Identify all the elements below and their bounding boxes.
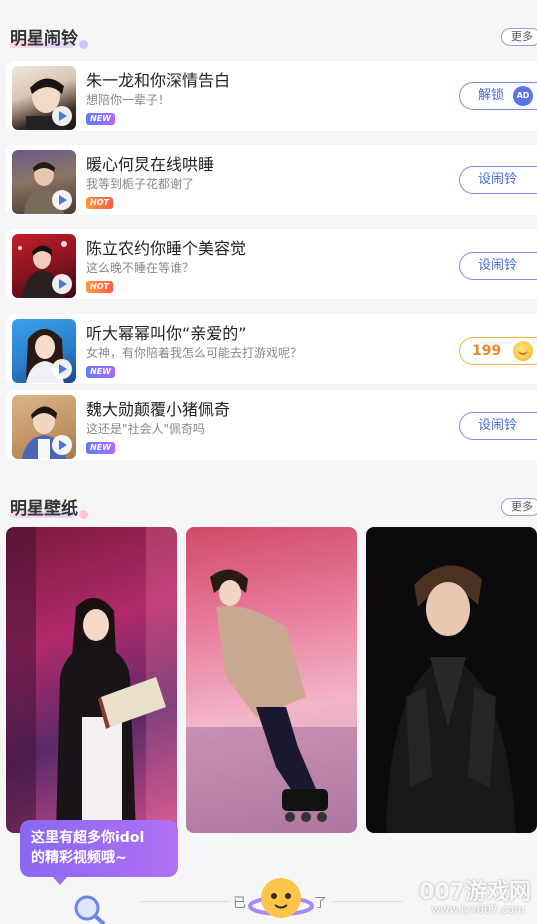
tooltip-line-1: 这里有超多你idol [31, 830, 145, 846]
new-badge: NEW [86, 442, 115, 454]
new-badge: NEW [86, 113, 115, 125]
ringtone-thumbnail [12, 150, 76, 214]
wallpaper-thumbnail[interactable] [366, 527, 537, 833]
ringtone-item[interactable]: 暖心何炅在线哄睡 我等到栀子花都谢了 HOT 设闹铃 [6, 145, 537, 215]
alarm-section-header: 明星闹铃 更多 [0, 22, 537, 49]
ringtone-title: 听大幂幂叫你“亲爱的” [86, 324, 247, 343]
wallpaper-image [186, 569, 357, 833]
wallpaper-section-header: 明星壁纸 更多 [0, 492, 537, 519]
idol-video-tooltip[interactable]: 这里有超多你idol 的精彩视频哦~ [20, 820, 178, 885]
play-icon[interactable] [52, 435, 72, 455]
wallpaper-image [6, 527, 177, 833]
alarm-section-title-text: 明星闹铃 [10, 29, 78, 49]
wallpaper-section-title: 明星壁纸 [10, 494, 88, 519]
alarm-section-title: 明星闹铃 [10, 24, 88, 49]
bottom-left-text: 已 [233, 896, 247, 911]
ringtone-item[interactable]: 听大幂幂叫你“亲爱的” 女神，有你陪着我怎么可能去打游戏呢？ NEW 199 [6, 314, 537, 384]
ringtone-title: 暖心何炅在线哄睡 [86, 155, 215, 174]
new-badge: NEW [86, 366, 115, 378]
bottom-divider-right [332, 901, 402, 902]
title-dot [79, 510, 88, 519]
wallpaper-section-title-text: 明星壁纸 [10, 499, 78, 519]
wallpaper-image [386, 565, 516, 833]
wallpaper-thumbnail[interactable] [186, 527, 357, 833]
set-alarm-button[interactable]: 设闹铃 [459, 252, 537, 280]
site-watermark-url: www.lyx007.com [431, 903, 525, 916]
planet-mascot-icon[interactable] [248, 872, 314, 924]
set-alarm-button[interactable]: 设闹铃 [459, 166, 537, 194]
ringtone-thumbnail [12, 319, 76, 383]
ringtone-subtitle: 我等到栀子花都谢了 [86, 177, 195, 191]
ringtone-title: 朱一龙和你深情告白 [86, 71, 231, 90]
ringtone-item[interactable]: 陈立农约你睡个美容觉 这么晚不睡在等谁？ HOT 设闹铃 [6, 229, 537, 299]
ringtone-subtitle: 这么晚不睡在等谁？ [86, 261, 195, 275]
title-dot [79, 40, 88, 49]
ringtone-title: 陈立农约你睡个美容觉 [86, 239, 247, 258]
set-alarm-button[interactable]: 设闹铃 [459, 412, 537, 440]
unlock-label: 解锁 [478, 88, 505, 103]
play-icon[interactable] [52, 359, 72, 379]
hot-badge: HOT [86, 197, 113, 209]
coin-icon [513, 341, 533, 361]
bottom-divider-left [140, 901, 230, 902]
magnifier-icon[interactable] [72, 894, 106, 924]
play-icon[interactable] [52, 190, 72, 210]
ringtone-thumbnail [12, 234, 76, 298]
alarm-more-button[interactable]: 更多 [501, 28, 537, 46]
ringtone-item[interactable]: 魏大勋颠覆小猪佩奇 这还是"社会人"佩奇吗 NEW 设闹铃 [6, 390, 537, 460]
play-icon[interactable] [52, 106, 72, 126]
ringtone-subtitle: 女神，有你陪着我怎么可能去打游戏呢？ [86, 346, 303, 360]
ringtone-item[interactable]: 朱一龙和你深情告白 想陪你一辈子！ NEW 解锁 AD [6, 61, 537, 131]
ringtone-subtitle: 这还是"社会人"佩奇吗 [86, 422, 206, 436]
coin-price-button[interactable]: 199 [459, 337, 537, 365]
wallpaper-thumbnail[interactable] [6, 527, 177, 833]
play-icon[interactable] [52, 274, 72, 294]
ringtone-title: 魏大勋颠覆小猪佩奇 [86, 400, 231, 419]
unlock-button[interactable]: 解锁 AD [459, 82, 537, 110]
ringtone-thumbnail [12, 66, 76, 130]
ringtone-thumbnail [12, 395, 76, 459]
ad-icon: AD [513, 86, 533, 106]
bottom-right-text: 了 [314, 896, 328, 911]
tooltip-line-2: 的精彩视频哦~ [31, 850, 127, 866]
site-watermark: 007游戏网 [419, 880, 531, 905]
hot-badge: HOT [86, 281, 113, 293]
wallpaper-more-button[interactable]: 更多 [501, 498, 537, 516]
ringtone-subtitle: 想陪你一辈子！ [86, 93, 171, 107]
price-label: 199 [472, 343, 502, 359]
